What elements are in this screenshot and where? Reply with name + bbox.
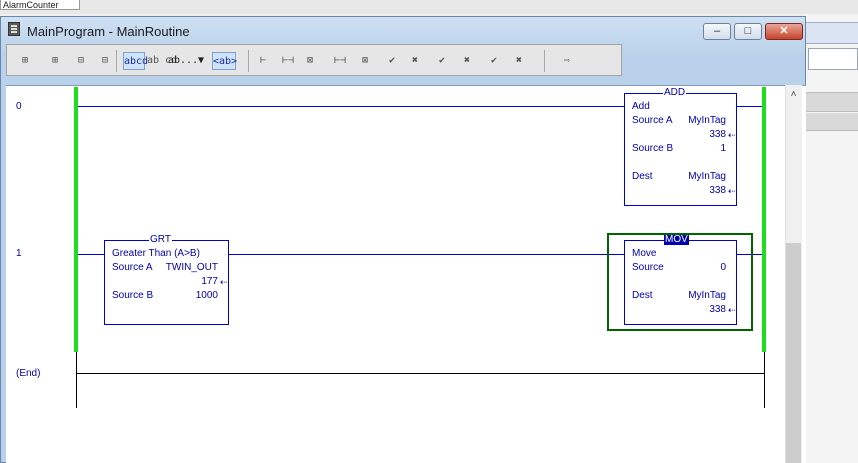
rung-1-wire bbox=[228, 254, 625, 255]
value-arrow-icon: ⇠ bbox=[728, 186, 736, 196]
value-arrow-icon: ⇠ bbox=[728, 305, 736, 315]
right-panel-header-bar bbox=[806, 22, 858, 44]
display-mode-ab-cd-button[interactable]: ab cd bbox=[147, 52, 177, 70]
toolbar-separator bbox=[248, 50, 249, 72]
mov-dest-value: 338 bbox=[709, 304, 726, 315]
mov-instruction-name: Move bbox=[632, 248, 657, 259]
right-power-rail bbox=[762, 87, 766, 352]
right-rail-end bbox=[764, 352, 765, 408]
add-source-b-label: Source B bbox=[632, 143, 674, 154]
mov-source-label: Source bbox=[632, 262, 664, 273]
rung-icon[interactable]: ⊢ bbox=[254, 52, 272, 70]
accept-edits-icon[interactable]: ✔ bbox=[484, 52, 504, 70]
grt-instruction-name: Greater Than (A>B) bbox=[112, 248, 200, 259]
scrollbar-thumb[interactable] bbox=[786, 243, 801, 463]
add-instruction-name: Add bbox=[632, 101, 650, 112]
right-panel-row bbox=[806, 92, 858, 112]
desktop-tab-label: AlarmCounter bbox=[3, 0, 59, 10]
add-source-b-value[interactable]: 1 bbox=[680, 143, 726, 155]
toolbar-separator bbox=[544, 50, 545, 72]
end-rung-wire bbox=[76, 373, 765, 374]
mov-dest-tag[interactable]: MyInTag bbox=[668, 290, 726, 302]
rung-number-0[interactable]: 0 bbox=[16, 101, 22, 112]
discard-edits-icon[interactable]: ✖ bbox=[509, 52, 529, 70]
value-arrow-icon: ⇠ bbox=[728, 130, 736, 140]
left-power-rail bbox=[74, 87, 78, 352]
display-mode-dropdown[interactable]: ab... bbox=[168, 52, 198, 70]
add-source-a-value: 338 bbox=[709, 129, 726, 140]
scroll-up-icon[interactable]: ˄ bbox=[786, 87, 801, 102]
add-dest-label: Dest bbox=[632, 171, 653, 182]
chevron-down-icon[interactable]: ▼ bbox=[195, 52, 207, 70]
branch-icon[interactable]: ⊢⊣ bbox=[278, 52, 298, 70]
rung-number-1[interactable]: 1 bbox=[16, 248, 22, 259]
value-arrow-icon: ⇠ bbox=[220, 277, 228, 287]
add-dest-tag[interactable]: MyInTag bbox=[668, 171, 726, 183]
mov-source-value[interactable]: 0 bbox=[680, 262, 726, 274]
cancel-edits-icon[interactable]: ✖ bbox=[457, 52, 477, 70]
desktop-top-strip bbox=[0, 0, 858, 14]
grt-block-title: GRT bbox=[149, 234, 172, 245]
add-dest-value: 338 bbox=[709, 185, 726, 196]
delete-branch-icon[interactable]: ⊠ bbox=[300, 52, 320, 70]
end-rung-label[interactable]: (End) bbox=[16, 368, 40, 379]
add-source-a-label: Source A bbox=[632, 115, 673, 126]
grt-source-b-label: Source B bbox=[112, 290, 154, 301]
rung-0-output-wire bbox=[736, 106, 762, 107]
toolbar-button-2[interactable]: ⊞ bbox=[44, 52, 66, 70]
display-mode-abcd-button[interactable]: abcd bbox=[123, 52, 148, 70]
toolbar-button-3[interactable]: ⊟ bbox=[70, 52, 92, 70]
verify-edits-icon[interactable]: ✔ bbox=[432, 52, 452, 70]
close-button[interactable]: ✕ bbox=[765, 23, 803, 40]
toolbar-separator bbox=[116, 50, 117, 72]
branch-level-icon[interactable]: ⊢⊣ bbox=[330, 52, 350, 70]
ladder-routine-icon bbox=[8, 22, 20, 36]
grt-source-a-label: Source A bbox=[112, 262, 153, 273]
minimize-button[interactable]: – bbox=[703, 23, 731, 40]
grt-source-a-tag[interactable]: TWIN_OUT bbox=[158, 262, 218, 274]
toolbar-button-1[interactable]: ⊞ bbox=[14, 52, 36, 70]
desktop-tab[interactable]: AlarmCounter bbox=[0, 0, 80, 10]
toolbar-button-4[interactable]: ⊟ bbox=[94, 52, 116, 70]
window-title: MainProgram - MainRoutine bbox=[27, 24, 190, 39]
rung-1-input-wire bbox=[78, 254, 105, 255]
right-panel-input[interactable] bbox=[808, 48, 858, 70]
tag-description-button[interactable]: <ab> bbox=[212, 52, 237, 70]
mov-block-title[interactable]: MOV bbox=[664, 235, 689, 245]
add-block-title: ADD bbox=[663, 87, 687, 98]
right-background-panel bbox=[806, 14, 858, 463]
add-source-a-tag[interactable]: MyInTag bbox=[668, 115, 726, 127]
right-panel-row bbox=[806, 113, 858, 131]
grt-source-a-value: 177 bbox=[201, 276, 218, 287]
delete-level-icon[interactable]: ⊠ bbox=[355, 52, 375, 70]
unverify-icon[interactable]: ✖ bbox=[405, 52, 425, 70]
rung-0-wire bbox=[78, 106, 625, 107]
finalize-edits-icon[interactable]: ⇨ bbox=[552, 52, 582, 70]
maximize-button[interactable]: □ bbox=[734, 23, 762, 40]
mov-dest-label: Dest bbox=[632, 290, 653, 301]
grt-source-b-value[interactable]: 1000 bbox=[170, 290, 218, 302]
left-rail-end bbox=[76, 352, 77, 408]
verify-icon[interactable]: ✔ bbox=[382, 52, 402, 70]
